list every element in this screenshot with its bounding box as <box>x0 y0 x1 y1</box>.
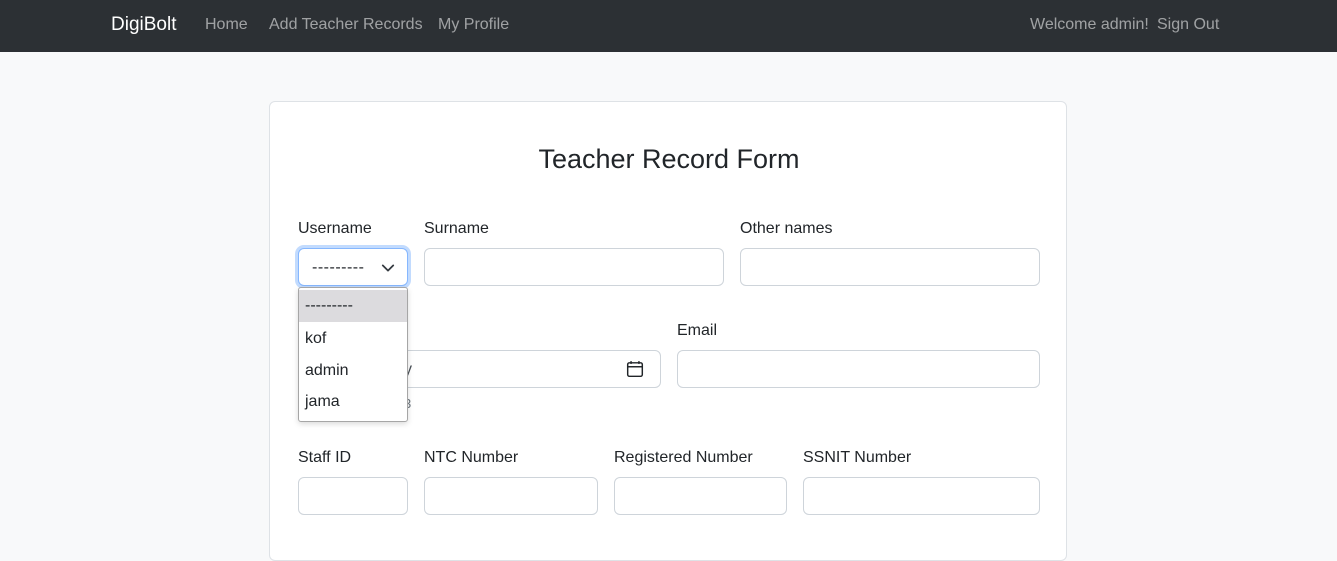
ssnit-number-label: SSNIT Number <box>803 449 912 466</box>
username-option-empty[interactable]: --------- <box>299 290 407 322</box>
chevron-down-icon <box>381 264 395 272</box>
surname-label: Surname <box>424 220 489 237</box>
calendar-icon[interactable] <box>626 360 644 378</box>
nav-add-teacher-records-link[interactable]: Add Teacher Records <box>269 16 423 34</box>
username-option-kof[interactable]: kof <box>299 323 407 355</box>
email-label: Email <box>677 322 718 339</box>
username-select-value: --------- <box>312 259 365 276</box>
brand-logo-text[interactable]: DigiBolt <box>111 14 176 36</box>
username-option-jama[interactable]: jama <box>299 386 407 418</box>
registered-number-input[interactable] <box>614 477 787 515</box>
email-input[interactable] <box>677 350 1040 388</box>
nav-home-link[interactable]: Home <box>205 16 248 34</box>
welcome-text: Welcome admin! <box>1030 16 1149 33</box>
ntc-number-label: NTC Number <box>424 449 519 466</box>
username-label: Username <box>298 220 372 237</box>
staff-id-input[interactable] <box>298 477 408 515</box>
form-title: Teacher Record Form <box>538 144 800 174</box>
sign-out-link[interactable]: Sign Out <box>1157 16 1219 34</box>
ssnit-number-input[interactable] <box>803 477 1040 515</box>
registered-number-label: Registered Number <box>614 449 753 466</box>
other-names-input[interactable] <box>740 248 1040 286</box>
username-option-admin[interactable]: admin <box>299 355 407 387</box>
surname-input[interactable] <box>424 248 724 286</box>
nav-my-profile-link[interactable]: My Profile <box>438 16 509 34</box>
username-dropdown-list: --------- kof admin jama <box>298 287 408 422</box>
username-select[interactable]: --------- <box>298 248 408 286</box>
staff-id-label: Staff ID <box>298 449 352 466</box>
ntc-number-input[interactable] <box>424 477 598 515</box>
top-navbar: DigiBolt Home Add Teacher Records My Pro… <box>0 0 1337 52</box>
other-names-label: Other names <box>740 220 833 237</box>
